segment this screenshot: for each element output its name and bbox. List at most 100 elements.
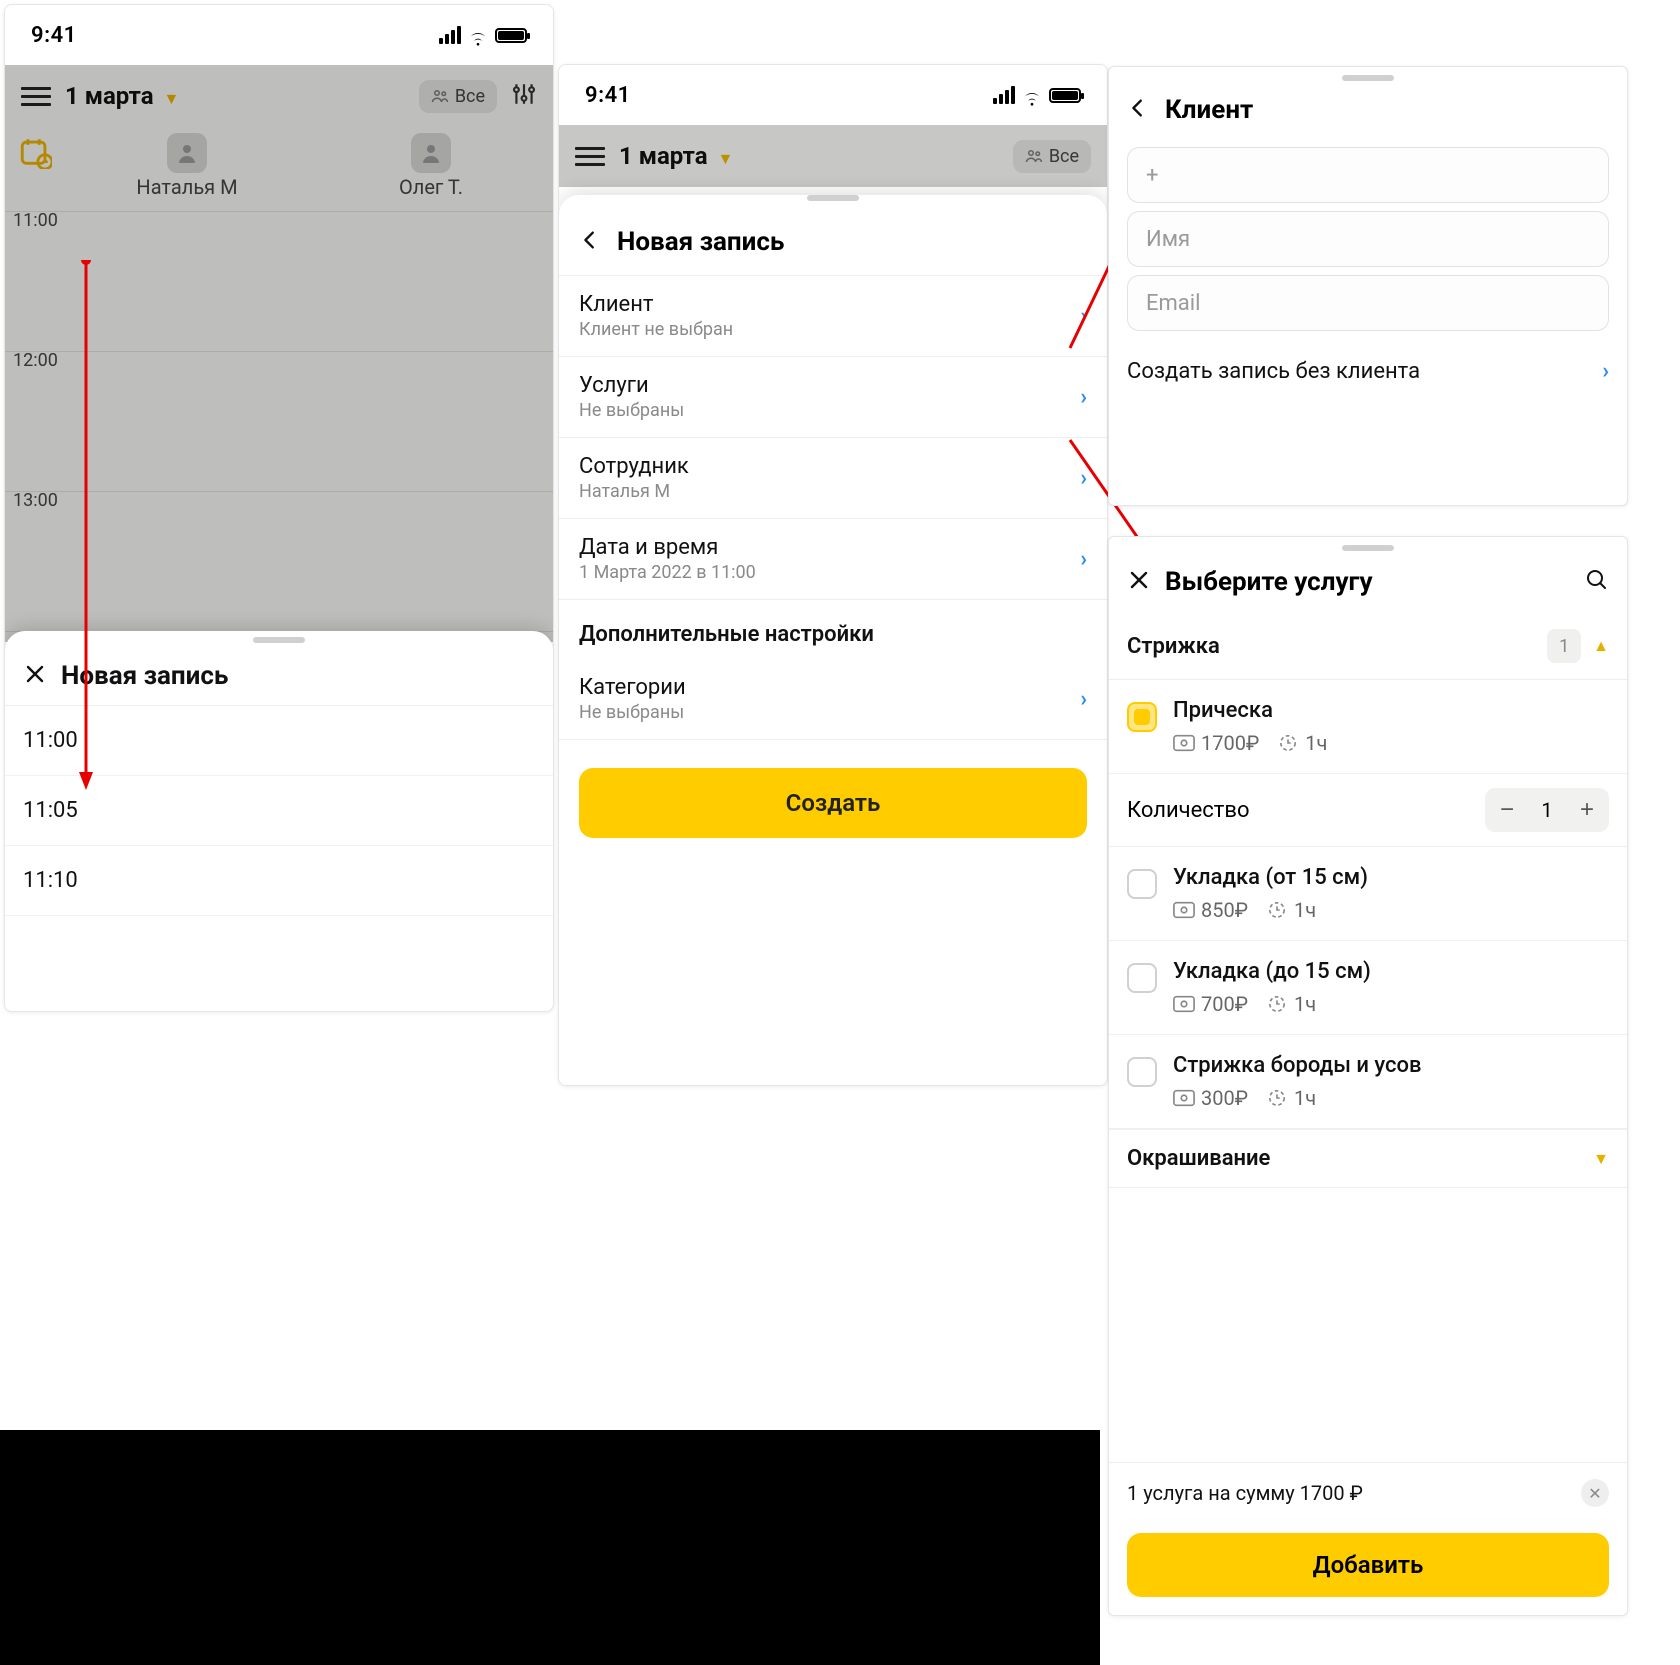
create-button[interactable]: Создать: [579, 768, 1087, 838]
summary-text: 1 услуга на сумму 1700 ₽: [1127, 1481, 1363, 1505]
time-grid[interactable]: 11:00 12:00 13:00: [5, 212, 553, 642]
calendar-badge-icon[interactable]: [5, 127, 65, 211]
row-categories[interactable]: Категории Не выбраны ›: [559, 659, 1107, 740]
new-appointment-sheet: Новая запись Клиент Клиент не выбран › У…: [559, 195, 1107, 1085]
create-without-client[interactable]: Создать запись без клиента ›: [1109, 339, 1627, 384]
category-row-haircut[interactable]: Стрижка 1 ▲: [1109, 613, 1627, 680]
panel-select-service: Выберите услугу Стрижка 1 ▲ Прическа 170…: [1108, 536, 1628, 1616]
wifi-icon: [1021, 87, 1043, 103]
price: 700₽: [1173, 992, 1248, 1016]
duration: 1ч: [1266, 898, 1316, 922]
staff-columns: Наталья М Олег Т.: [5, 127, 553, 212]
clock-icon: [1266, 1089, 1288, 1107]
sheet-grip[interactable]: [253, 637, 305, 643]
close-icon[interactable]: [23, 662, 47, 690]
email-input[interactable]: Email: [1127, 275, 1609, 331]
panel-title: Выберите услугу: [1165, 567, 1571, 597]
staff-filter-label: Все: [1049, 146, 1079, 167]
category-count: 1: [1547, 629, 1581, 663]
date-picker[interactable]: 1 марта ▼: [619, 142, 733, 170]
field-label: Дата и время: [579, 535, 756, 560]
calendar-header: 1 марта ▼ Все: [5, 65, 553, 127]
service-name: Стрижка бороды и усов: [1173, 1053, 1422, 1078]
category-row-coloring[interactable]: Окрашивание ▼: [1109, 1129, 1627, 1188]
staff-name: Олег Т.: [313, 175, 549, 199]
increment-button[interactable]: +: [1565, 788, 1609, 832]
field-label: Услуги: [579, 373, 684, 398]
checkbox-icon[interactable]: [1127, 1057, 1157, 1087]
hour-label: 13:00: [13, 490, 58, 511]
section-extra-settings: Дополнительные настройки: [559, 600, 1107, 659]
input-placeholder: Email: [1146, 291, 1200, 316]
quantity-stepper[interactable]: − 1 +: [1485, 788, 1609, 832]
settings-sliders-icon[interactable]: [511, 81, 537, 111]
field-sub: 1 Марта 2022 в 11:00: [579, 562, 756, 583]
price-value: 700₽: [1201, 992, 1248, 1016]
chevron-down-icon: ▼: [718, 149, 734, 168]
new-appointment-time-sheet: Новая запись 11:00 11:05 11:10: [5, 631, 553, 1011]
hamburger-icon[interactable]: [575, 147, 605, 166]
service-name: Укладка (от 15 см): [1173, 865, 1368, 890]
row-datetime[interactable]: Дата и время 1 Марта 2022 в 11:00 ›: [559, 519, 1107, 600]
money-icon: [1173, 734, 1195, 752]
battery-icon: [495, 28, 527, 43]
field-sub: Не выбраны: [579, 702, 686, 723]
field-sub: Не выбраны: [579, 400, 684, 421]
name-input[interactable]: Имя: [1127, 211, 1609, 267]
chevron-right-icon: ›: [1080, 385, 1087, 410]
close-icon[interactable]: [1127, 568, 1151, 596]
back-icon[interactable]: [1127, 97, 1149, 123]
status-time: 9:41: [585, 83, 631, 108]
avatar-icon: [167, 133, 207, 173]
add-button[interactable]: Добавить: [1127, 1533, 1609, 1597]
price: 850₽: [1173, 898, 1248, 922]
staff-column-1[interactable]: Олег Т.: [309, 127, 553, 211]
decrement-button[interactable]: −: [1485, 788, 1529, 832]
quantity-row: Количество − 1 +: [1109, 774, 1627, 847]
chevron-right-icon: ›: [1602, 359, 1609, 384]
input-placeholder: Имя: [1146, 227, 1190, 252]
field-label: Категории: [579, 675, 686, 700]
cellular-icon: [439, 26, 461, 44]
time-option[interactable]: 11:05: [5, 776, 553, 846]
staff-filter-all[interactable]: Все: [1013, 140, 1091, 173]
sheet-grip[interactable]: [807, 195, 859, 201]
service-row[interactable]: Прическа 1700₽ 1ч: [1109, 680, 1627, 774]
chevron-down-icon: ▼: [1593, 1149, 1609, 1169]
time-option[interactable]: 11:00: [5, 706, 553, 776]
avatar-icon: [411, 133, 451, 173]
service-row[interactable]: Укладка (до 15 см) 700₽ 1ч: [1109, 941, 1627, 1035]
price-value: 1700₽: [1201, 731, 1259, 755]
date-picker[interactable]: 1 марта ▼: [65, 82, 179, 110]
row-staff[interactable]: Сотрудник Наталья М ›: [559, 438, 1107, 519]
status-icons: [439, 26, 527, 44]
clear-summary-icon[interactable]: ✕: [1581, 1479, 1609, 1507]
back-icon[interactable]: [579, 229, 601, 255]
phone-input[interactable]: +: [1127, 147, 1609, 203]
duration: 1ч: [1277, 731, 1327, 755]
service-row[interactable]: Стрижка бороды и усов 300₽ 1ч: [1109, 1035, 1627, 1129]
staff-filter-all[interactable]: Все: [419, 80, 497, 113]
money-icon: [1173, 1089, 1195, 1107]
checkbox-icon[interactable]: [1127, 963, 1157, 993]
duration: 1ч: [1266, 992, 1316, 1016]
hour-label: 11:00: [13, 210, 58, 231]
checkbox-icon[interactable]: [1127, 869, 1157, 899]
people-icon: [431, 89, 449, 103]
staff-column-0[interactable]: Наталья М: [65, 127, 309, 211]
link-label: Создать запись без клиента: [1127, 359, 1420, 384]
search-icon[interactable]: [1585, 568, 1609, 596]
row-client[interactable]: Клиент Клиент не выбран ›: [559, 276, 1107, 357]
panel-client: Клиент + Имя Email Создать запись без кл…: [1108, 66, 1628, 506]
time-option[interactable]: 11:10: [5, 846, 553, 916]
hamburger-icon[interactable]: [21, 87, 51, 106]
battery-icon: [1049, 88, 1081, 103]
checkbox-checked-icon[interactable]: [1127, 702, 1157, 732]
sheet-title: Новая запись: [61, 661, 228, 691]
field-label: Клиент: [579, 292, 733, 317]
service-row[interactable]: Укладка (от 15 см) 850₽ 1ч: [1109, 847, 1627, 941]
money-icon: [1173, 901, 1195, 919]
duration: 1ч: [1266, 1086, 1316, 1110]
cellular-icon: [993, 86, 1015, 104]
row-services[interactable]: Услуги Не выбраны ›: [559, 357, 1107, 438]
